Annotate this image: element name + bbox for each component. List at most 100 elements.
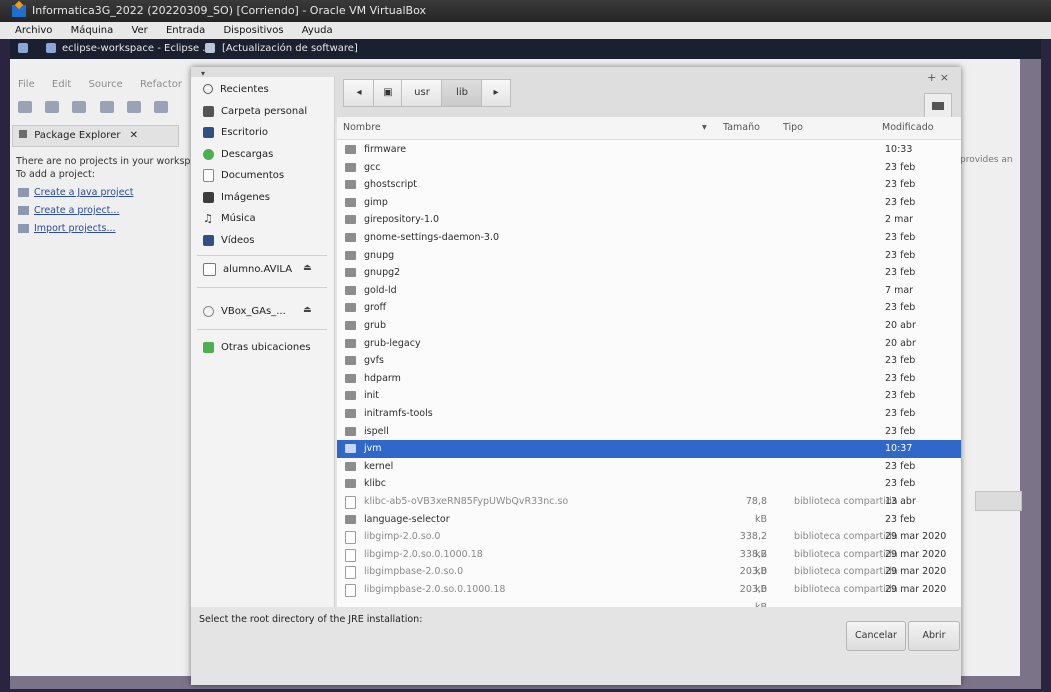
file-row[interactable]: gimp 23 feb (337, 194, 961, 212)
taskbar-software-update[interactable]: [Actualización de software] (222, 39, 358, 59)
save-icon[interactable] (45, 101, 60, 113)
sidebar-item-musica[interactable]: ♫ Música (203, 210, 256, 228)
cancel-button[interactable]: Cancelar (846, 621, 906, 651)
column-header-modified[interactable]: Modificado (882, 117, 934, 139)
path-lib-button[interactable]: lib (441, 79, 483, 107)
menu-archivo[interactable]: Archivo (15, 25, 52, 36)
close-tab-icon[interactable]: ✕ (130, 130, 138, 141)
file-modified: 10:37 (885, 443, 913, 455)
file-icon (345, 566, 356, 580)
new-icon[interactable] (18, 101, 32, 113)
file-row[interactable]: gcc 23 feb (337, 159, 961, 177)
file-type: biblioteca compartida (794, 566, 898, 578)
sidebar-item-videos[interactable]: Vídeos (203, 232, 254, 250)
file-row[interactable]: klibc 23 feb (337, 475, 961, 493)
open-button[interactable]: Abrir (908, 621, 960, 651)
sidebar-item-carpeta-personal[interactable]: Carpeta personal (203, 103, 307, 121)
file-row[interactable]: girepository-1.0 2 mar (337, 211, 961, 229)
file-row[interactable]: jvm 10:37 (337, 440, 961, 458)
sidebar-item-recientes[interactable]: Recientes (203, 81, 269, 99)
column-header-size[interactable]: Tamaño (723, 117, 760, 139)
file-type: biblioteca compartida (794, 548, 898, 560)
drive-icon: ▣ (383, 87, 393, 98)
menu-file[interactable]: File (18, 79, 35, 90)
file-row[interactable]: ispell 23 feb (337, 423, 961, 441)
debug-icon[interactable] (126, 101, 141, 113)
menu-ver[interactable]: Ver (131, 25, 147, 36)
file-row[interactable]: language-selector 23 feb (337, 511, 961, 529)
eclipse-task-icon[interactable] (46, 43, 56, 53)
terminal-icon[interactable] (99, 101, 114, 113)
sidebar-item-escritorio[interactable]: Escritorio (203, 124, 268, 142)
package-explorer-tab[interactable]: Package Explorer ✕ (12, 125, 179, 147)
menu-ayuda[interactable]: Ayuda (302, 25, 333, 36)
java-project-icon (18, 188, 29, 197)
path-back-button[interactable]: ◂ (343, 79, 375, 107)
file-modified: 10:33 (885, 144, 913, 155)
start-menu-icon[interactable] (18, 43, 28, 53)
video-icon (203, 234, 214, 246)
sidebar-item-descargas[interactable]: Descargas (203, 146, 273, 164)
eject-icon[interactable]: ⏏ (303, 305, 312, 315)
file-row[interactable]: ghostscript 23 feb (337, 176, 961, 194)
file-row[interactable]: libgimpbase-2.0.so.0 203,0 kB biblioteca c… (337, 563, 961, 595)
file-row[interactable]: gvfs 23 feb (337, 352, 961, 370)
settings-icon[interactable] (153, 101, 168, 113)
menu-edit[interactable]: Edit (52, 79, 71, 90)
file-row[interactable]: grub 20 abr (337, 317, 961, 335)
path-usr-button[interactable]: usr (401, 79, 443, 107)
file-row[interactable]: kernel 23 feb (337, 458, 961, 476)
create-java-project-link[interactable]: Create a Java project (18, 186, 191, 199)
menu-source[interactable]: Source (88, 79, 122, 90)
file-modified: 23 feb (885, 302, 916, 314)
sidebar-item-documentos[interactable]: Documentos (203, 167, 284, 185)
file-name: kernel (364, 460, 394, 472)
file-row[interactable]: gnome-settings-daemon-3.0 23 feb (337, 229, 961, 247)
folder-icon (345, 373, 356, 383)
menu-refactor[interactable]: Refactor (140, 79, 182, 90)
file-row[interactable]: initramfs-tools 23 feb (337, 405, 961, 423)
sidebar-item-vbox-gas[interactable]: VBox_GAs_... (203, 303, 286, 321)
vbox-titlebar: Informatica3G_2022 (20220309_SO) [Corrie… (0, 0, 1051, 22)
create-project-link[interactable]: Create a project... (18, 204, 191, 217)
file-icon (345, 584, 356, 597)
file-row[interactable]: grub-legacy 20 abr (337, 335, 961, 353)
sidebar-item-alumno-avila[interactable]: alumno.AVILA (203, 261, 292, 279)
import-projects-link[interactable]: Import projects... (18, 222, 191, 235)
sidebar-item-imagenes[interactable]: Imágenes (203, 189, 270, 207)
eject-icon[interactable]: ⏏ (303, 263, 312, 273)
menu-entrada[interactable]: Entrada (166, 25, 205, 36)
menu-dispositivos[interactable]: Dispositivos (223, 25, 283, 36)
file-modified: 23 feb (885, 460, 916, 472)
refresh-icon[interactable] (205, 43, 215, 53)
file-row[interactable]: libgimpbase-2.0.so.0.1000.18 203,0 kB bibl… (337, 581, 961, 607)
right-panel-header (975, 491, 1022, 511)
dialog-close-icon[interactable]: + × (927, 71, 949, 84)
menu-maquina[interactable]: Máquina (71, 25, 114, 36)
taskbar-eclipse[interactable]: eclipse-workspace - Eclipse ... (62, 39, 212, 59)
path-forward-button[interactable]: ▸ (481, 79, 511, 107)
file-row[interactable]: hdparm 23 feb (337, 370, 961, 388)
new-folder-button[interactable] (924, 93, 952, 119)
file-row[interactable]: firmware 10:33 (337, 141, 961, 159)
file-modified: 20 abr (885, 337, 916, 349)
path-root-button[interactable]: ▣ (373, 79, 403, 107)
no-projects-text: There are no projects in your workspa (16, 156, 197, 167)
column-header-name[interactable]: Nombre (343, 117, 381, 139)
save-all-icon[interactable] (72, 101, 87, 113)
file-row[interactable]: gnupg 23 feb (337, 247, 961, 265)
folder-icon (345, 444, 356, 454)
file-name: libgimpbase-2.0.so.0 (364, 566, 464, 578)
file-row[interactable]: libgimp-2.0.so.0.1000.18 338,2 kB bibliote… (337, 546, 961, 577)
document-icon (203, 168, 214, 182)
file-name: grub-legacy (364, 337, 421, 349)
file-row[interactable]: init 23 feb (337, 387, 961, 405)
file-row[interactable]: libgimp-2.0.so.0 338,2 kB biblioteca compa… (337, 528, 961, 560)
file-row[interactable]: klibc-ab5-oVB3xeRN85FypUWbQvR33nc.so 78,8… (337, 493, 961, 525)
sidebar-item-otras-ubicaciones[interactable]: Otras ubicaciones (203, 339, 311, 357)
file-row[interactable]: groff 23 feb (337, 299, 961, 317)
file-row[interactable]: gnupg2 23 feb (337, 264, 961, 282)
file-row[interactable]: gold-ld 7 mar (337, 282, 961, 300)
file-modified: 2 mar (885, 214, 914, 226)
column-header-type[interactable]: Tipo (783, 117, 803, 139)
